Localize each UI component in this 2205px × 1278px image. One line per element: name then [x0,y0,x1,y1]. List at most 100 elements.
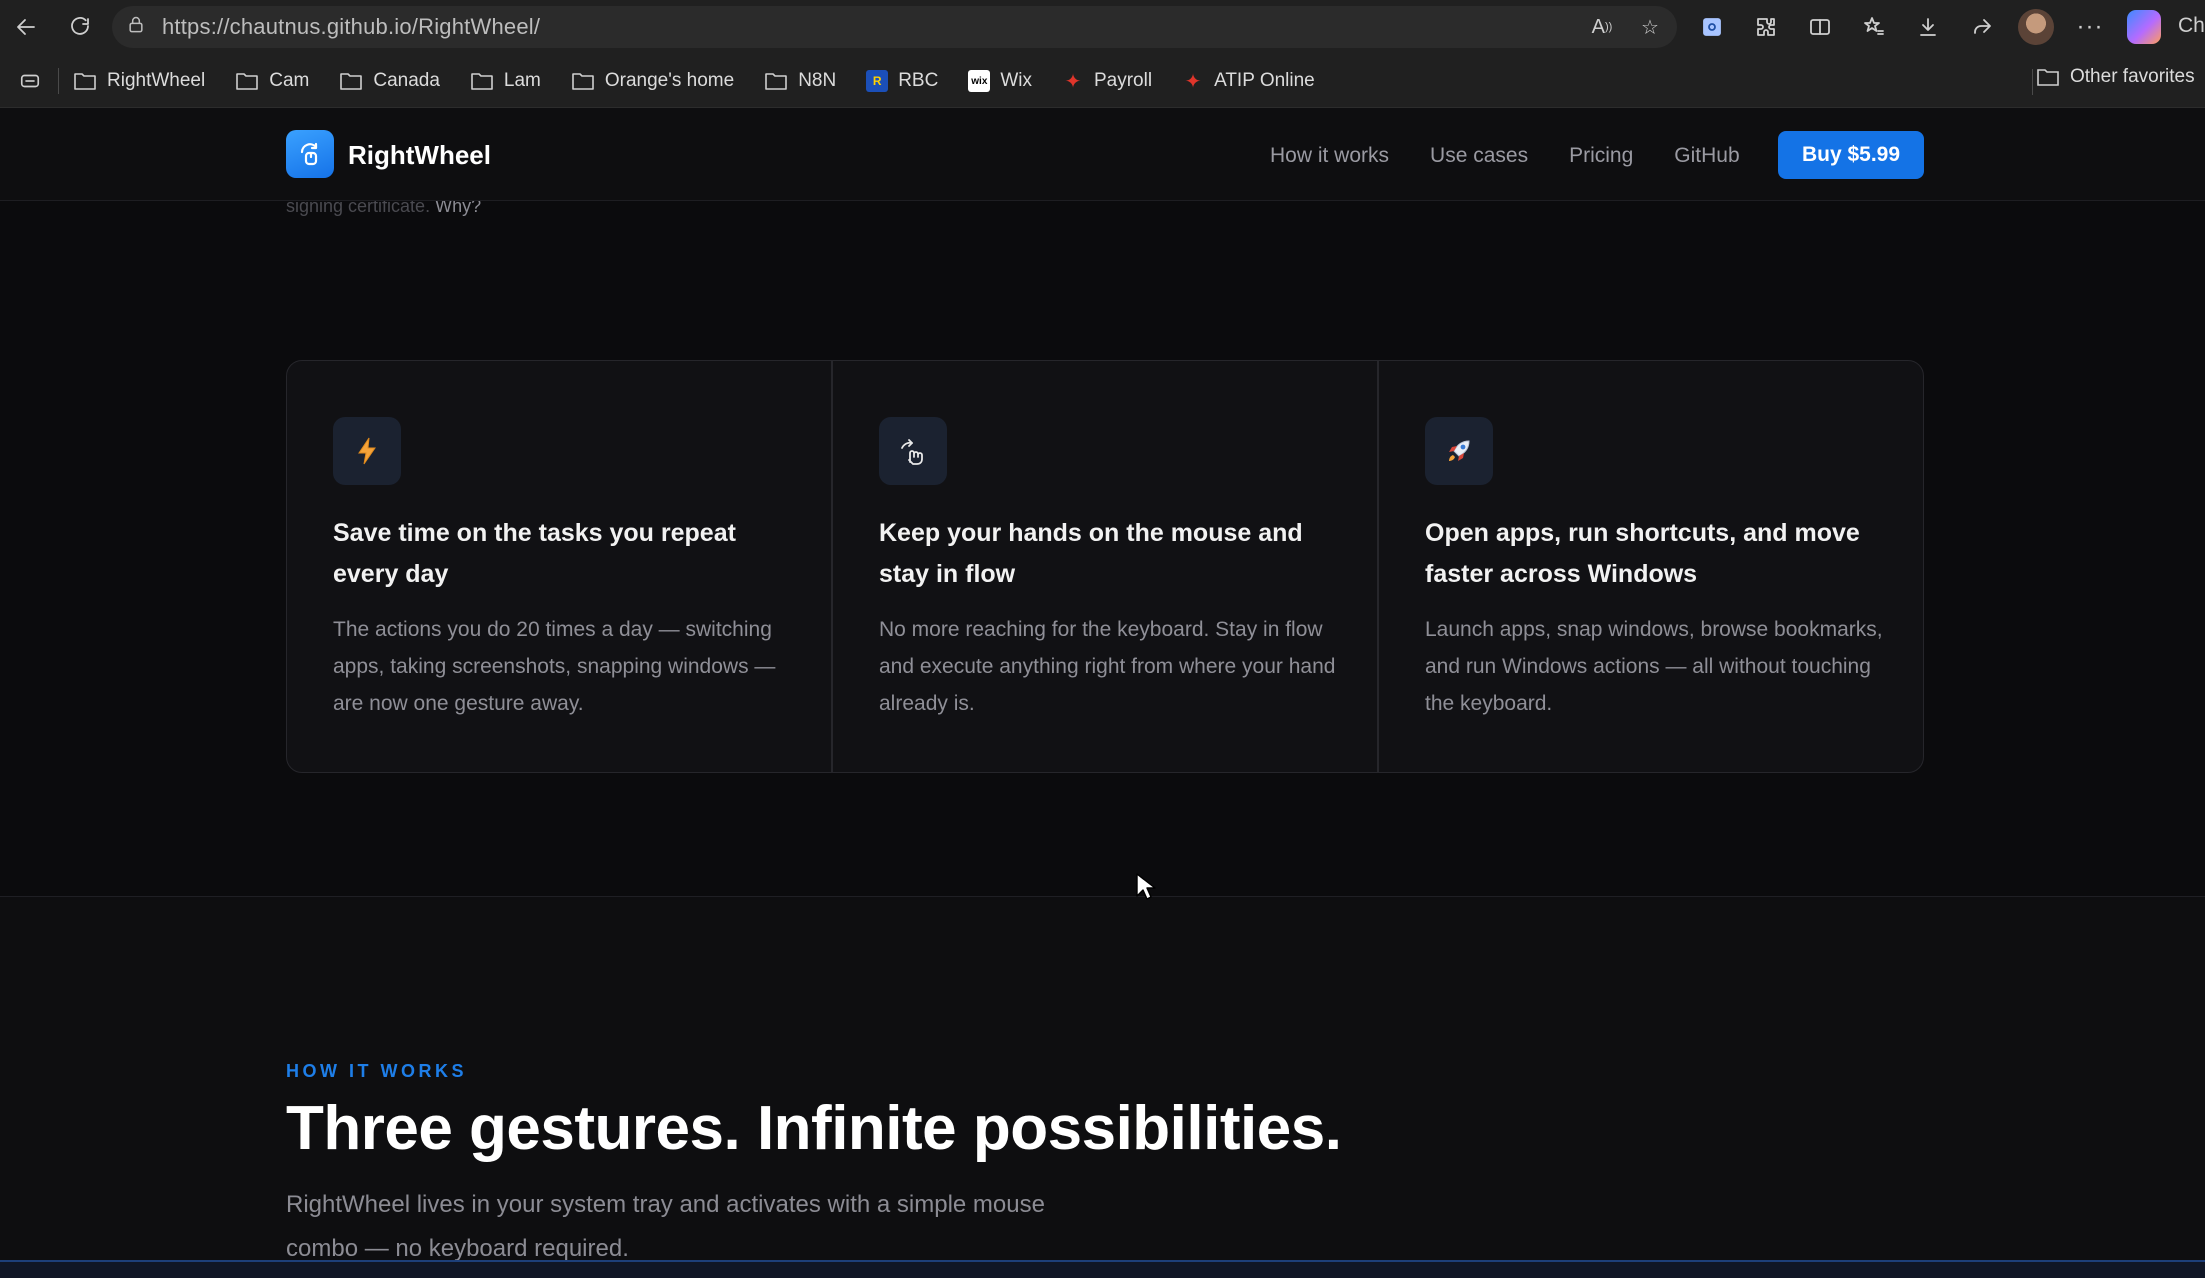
bookmark-rbc[interactable]: R RBC [866,70,938,92]
bookmark-cam[interactable]: Cam [235,70,309,92]
favorites-button[interactable] [1854,7,1894,47]
bookmarks-bar: RightWheel Cam Canada Lam Orange's home … [0,58,2205,104]
bookmark-label: N8N [798,70,837,91]
bookmark-label: Lam [503,70,541,91]
bookmark-label: RBC [898,70,939,91]
folder-icon [765,73,787,90]
folder-icon [471,73,493,90]
browser-right-tools: ··· [1692,6,2164,48]
feature-body: The actions you do 20 times a day — swit… [333,618,776,715]
other-favorites-label: Other favorites [2070,66,2195,87]
share-button[interactable] [1962,7,2002,47]
feature-title: Keep your hands on the mouse and stay in… [879,519,1303,588]
puzzle-icon [1757,18,1775,36]
feature-card: Keep your hands on the mouse and stay in… [831,361,1377,772]
feature-body: No more reaching for the keyboard. Stay … [879,618,1336,715]
mouse-cursor-icon [1136,873,1156,900]
nav-link-how-it-works[interactable]: How it works [1270,144,1389,168]
divider [58,68,59,94]
bookmark-label: Canada [373,70,440,91]
more-menu-button[interactable]: ··· [2070,7,2110,47]
download-icon [1920,18,1936,36]
rightwheel-logo[interactable] [286,130,334,178]
lightning-icon [358,437,376,465]
bookmark-canada[interactable]: Canada [339,70,440,92]
taskbar-edge [0,1260,2205,1278]
split-screen-button[interactable] [1800,7,1840,47]
extension-tile-button[interactable] [1692,7,1732,47]
bookmark-label: Cam [269,70,310,91]
feature-card: Save time on the tasks you repeat every … [287,361,831,772]
split-screen-icon [1810,19,1830,35]
wix-icon: wix [968,70,991,92]
refresh-icon [71,17,89,35]
bookmark-oranges-home[interactable]: Orange's home [571,70,734,92]
refresh-button[interactable] [60,7,100,47]
tab-actions-icon [20,74,40,88]
bookmark-wix[interactable]: wix Wix [968,70,1032,92]
folder-icon [340,73,363,90]
other-favorites[interactable]: Other favorites [2036,66,2195,88]
bookmark-label: Payroll [1093,70,1153,91]
bookmark-label: ATIP Online [1214,70,1315,91]
bookmark-rightwheel[interactable]: RightWheel [73,70,205,92]
browser-chrome: https://chautnus.github.io/RightWheel/ A… [0,0,2205,108]
nav-link-pricing[interactable]: Pricing [1569,144,1633,168]
lock-icon [126,15,146,40]
ellipsis-icon: ··· [2076,13,2104,40]
copilot-button[interactable] [2124,7,2164,47]
tab-actions-button[interactable] [12,63,48,99]
feature-icon-tile [333,417,401,485]
bookmark-label: RightWheel [107,70,206,91]
url-text[interactable]: https://chautnus.github.io/RightWheel/ [162,14,540,40]
section-eyebrow: HOW IT WORKS [286,1061,467,1081]
nav-link-use-cases[interactable]: Use cases [1430,144,1528,168]
read-aloud-icon[interactable]: A)) [1589,14,1615,40]
bookmark-lam[interactable]: Lam [470,70,541,92]
bookmark-n8n[interactable]: N8N [764,70,836,92]
web-page: signing certificate. Why? RightWheel How… [0,108,2205,1260]
folder-icon [572,73,594,90]
avatar [2018,9,2054,45]
browser-toolbar: https://chautnus.github.io/RightWheel/ A… [0,0,2205,54]
bookmark-payroll[interactable]: ✦ Payroll [1062,70,1153,93]
favorites-star-list-icon [1864,17,1884,35]
mouse-wheel-icon [300,142,318,166]
folder-icon [2037,69,2059,86]
copilot-icon [2127,10,2161,44]
profile-button[interactable] [2016,7,2056,47]
favorite-star-icon[interactable]: ☆ [1637,14,1663,40]
folder-icon [74,73,96,90]
feature-card: Open apps, run shortcuts, and move faste… [1377,361,1923,772]
bookmark-atip-online[interactable]: ✦ ATIP Online [1182,70,1315,93]
downloads-button[interactable] [1908,7,1948,47]
rbc-icon: R [866,70,889,92]
feature-cards: Save time on the tasks you repeat every … [286,360,1924,773]
feature-icon-tile [1425,417,1493,485]
brand-name[interactable]: RightWheel [348,140,491,171]
maple-leaf-icon: ✦ [1184,70,1202,93]
section-headline: Three gestures. Infinite possibilities. [286,1094,1342,1163]
maple-leaf-icon: ✦ [1064,70,1082,93]
address-bar[interactable]: https://chautnus.github.io/RightWheel/ A… [112,6,1677,48]
bookmark-label: Wix [1000,70,1032,91]
divider [2032,69,2033,95]
arrow-left-icon [17,19,35,35]
extension-tile-icon [1703,18,1721,36]
hand-gesture-icon [901,439,923,465]
main-nav: How it works Use cases Pricing GitHub [1270,144,1740,168]
folder-icon [236,73,259,90]
extensions-button[interactable] [1746,7,1786,47]
nav-link-github[interactable]: GitHub [1674,144,1739,168]
section-lead: RightWheel lives in your system tray and… [286,1191,1045,1260]
share-icon [1974,19,1991,34]
back-button[interactable] [6,7,46,47]
bookmark-label: Orange's home [604,70,735,91]
site-header: RightWheel How it works Use cases Pricin… [0,108,2205,201]
copilot-label[interactable]: Cha [2178,14,2205,38]
feature-icon-tile [879,417,947,485]
address-bar-actions: A)) ☆ [1589,14,1663,40]
feature-title: Save time on the tasks you repeat every … [333,519,736,588]
rocket-icon [1449,440,1470,461]
buy-button[interactable]: Buy $5.99 [1778,131,1924,179]
